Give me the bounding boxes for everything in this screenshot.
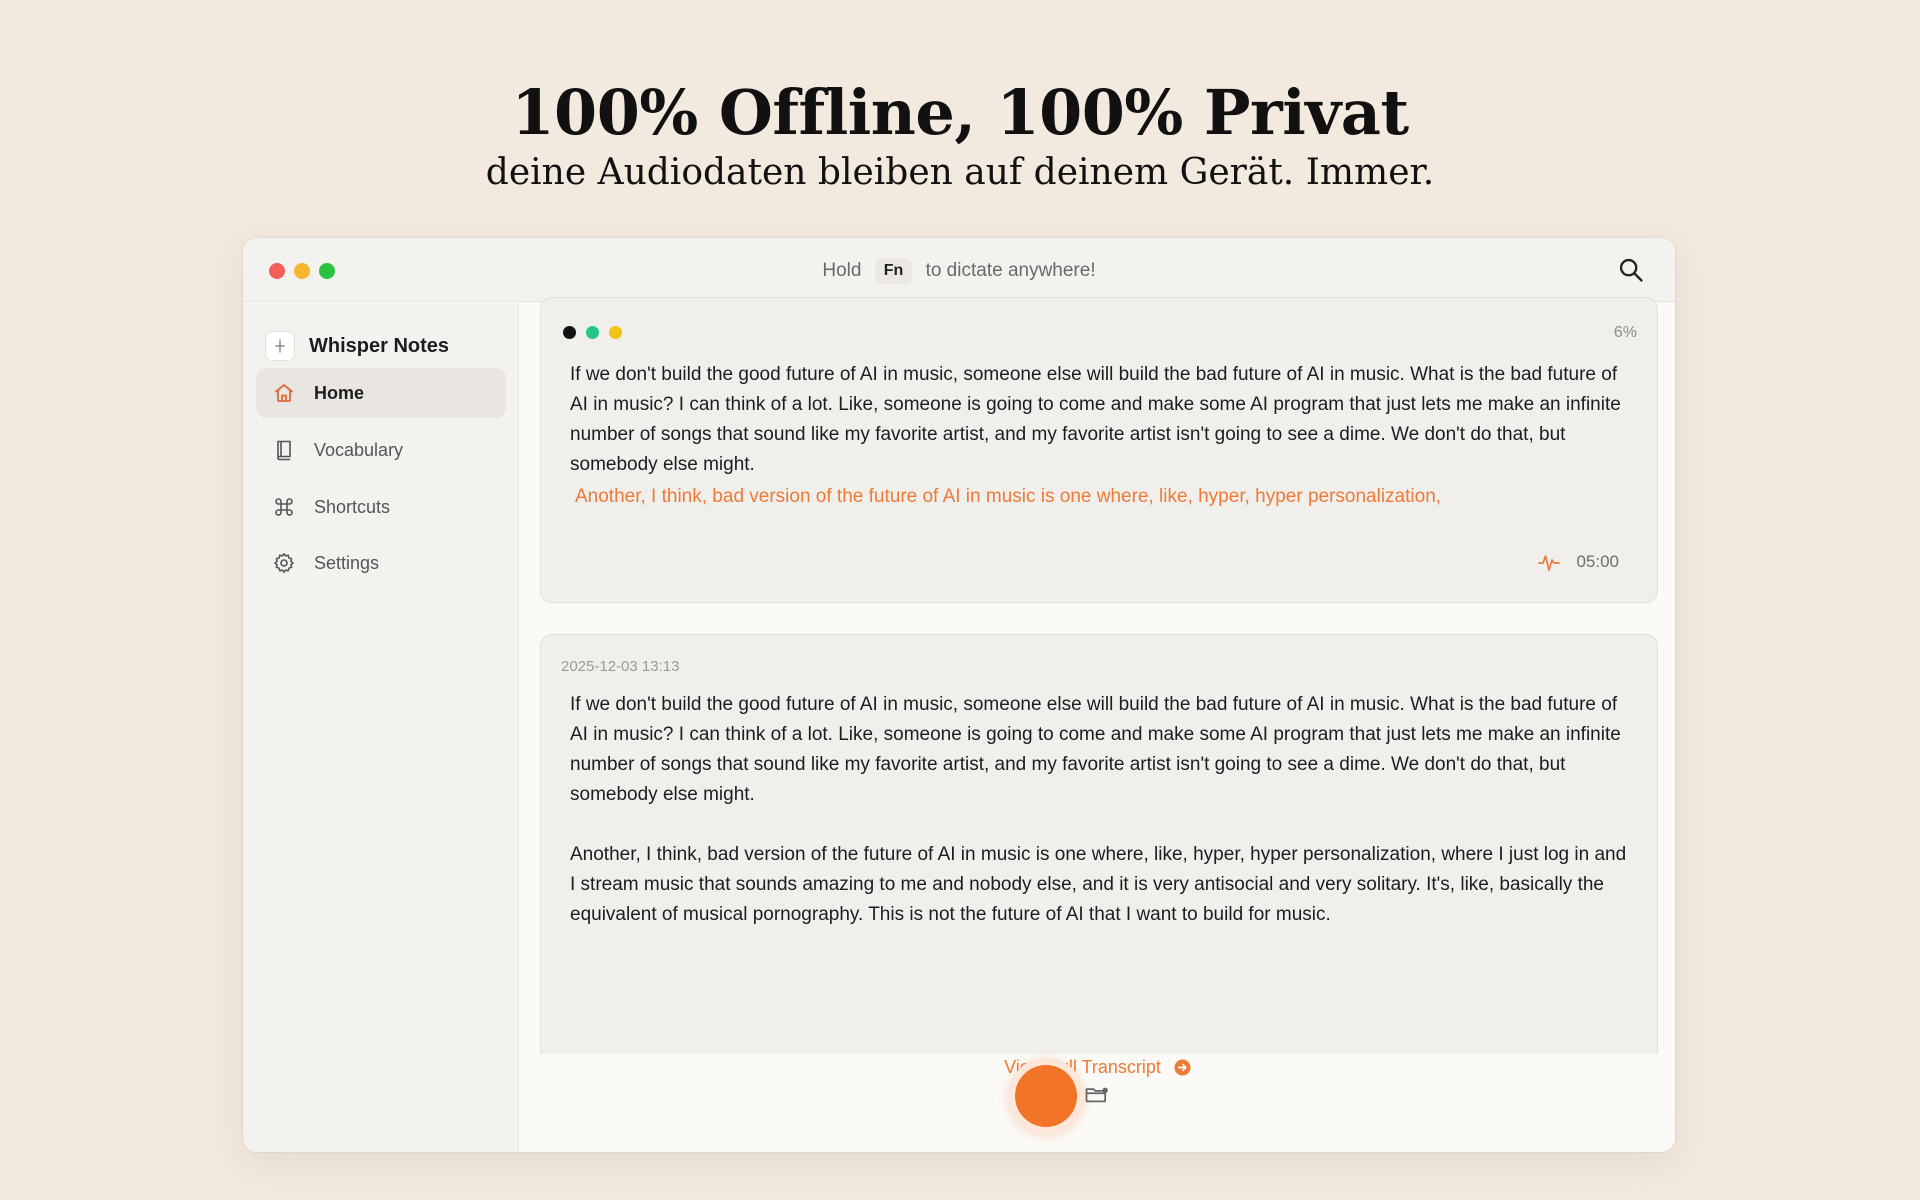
gear-icon	[274, 553, 294, 573]
transcript-history-card[interactable]: 2025-12-03 13:13 If we don't build the g…	[540, 634, 1658, 1054]
sidebar-item-label: Home	[314, 382, 365, 403]
hint-prefix: Hold	[822, 260, 862, 281]
live-partial-text: Another, I think, bad version of the fut…	[575, 486, 1442, 507]
arrow-circle-right-icon	[1174, 1059, 1191, 1076]
app-brand: Whisper Notes	[265, 331, 449, 361]
app-window: Hold Fn to dictate anywhere! Whisper Not…	[243, 238, 1675, 1152]
progress-percent: 6%	[1613, 324, 1637, 341]
app-logo-icon	[265, 331, 295, 361]
sidebar-item-home[interactable]: Home	[256, 368, 506, 418]
transcript-paragraph-2: Another, I think, bad version of the fut…	[570, 844, 1627, 925]
live-transcription-card: 6% If we don't build the good future of …	[540, 297, 1658, 603]
view-full-transcript-link[interactable]: View Full Transcript	[520, 1057, 1675, 1078]
transcript-timestamp: 2025-12-03 13:13	[561, 658, 680, 675]
search-icon[interactable]	[1617, 256, 1645, 284]
transcript-paragraph-1: If we don't build the good future of AI …	[570, 694, 1621, 805]
sidebar-item-settings[interactable]: Settings	[256, 538, 506, 588]
waveform-icon	[1538, 555, 1560, 571]
sidebar-item-label: Vocabulary	[314, 439, 404, 460]
title-bar: Hold Fn to dictate anywhere!	[243, 238, 1675, 302]
main-content: 6% If we don't build the good future of …	[520, 297, 1675, 1152]
hero-subtitle: deine Audiodaten bleiben auf deinem Gerä…	[485, 152, 1435, 193]
sidebar: Whisper Notes Home Vocabulary Shortcuts	[243, 303, 519, 1152]
sidebar-item-label: Shortcuts	[314, 496, 391, 517]
command-icon	[275, 498, 293, 516]
hint-suffix: to dictate anywhere!	[925, 260, 1096, 281]
book-icon	[277, 440, 291, 461]
recording-duration: 05:00	[1576, 552, 1619, 571]
fn-key-badge: Fn	[874, 258, 913, 284]
status-dot-yellow	[609, 326, 622, 339]
live-transcript-text: If we don't build the good future of AI …	[570, 364, 1621, 475]
sidebar-item-label: Settings	[314, 552, 380, 573]
sidebar-item-shortcuts[interactable]: Shortcuts	[256, 482, 506, 532]
home-icon	[274, 384, 294, 402]
app-name: Whisper Notes	[309, 334, 450, 357]
sidebar-item-vocabulary[interactable]: Vocabulary	[256, 425, 506, 475]
dictation-hint: Hold Fn to dictate anywhere!	[243, 258, 1675, 284]
folder-import-icon[interactable]	[1083, 1081, 1111, 1109]
status-dot-green	[586, 326, 599, 339]
hero-title: 100% Offline, 100% Privat	[511, 76, 1409, 149]
status-dot-black	[563, 326, 576, 339]
record-button[interactable]	[1015, 1065, 1077, 1127]
